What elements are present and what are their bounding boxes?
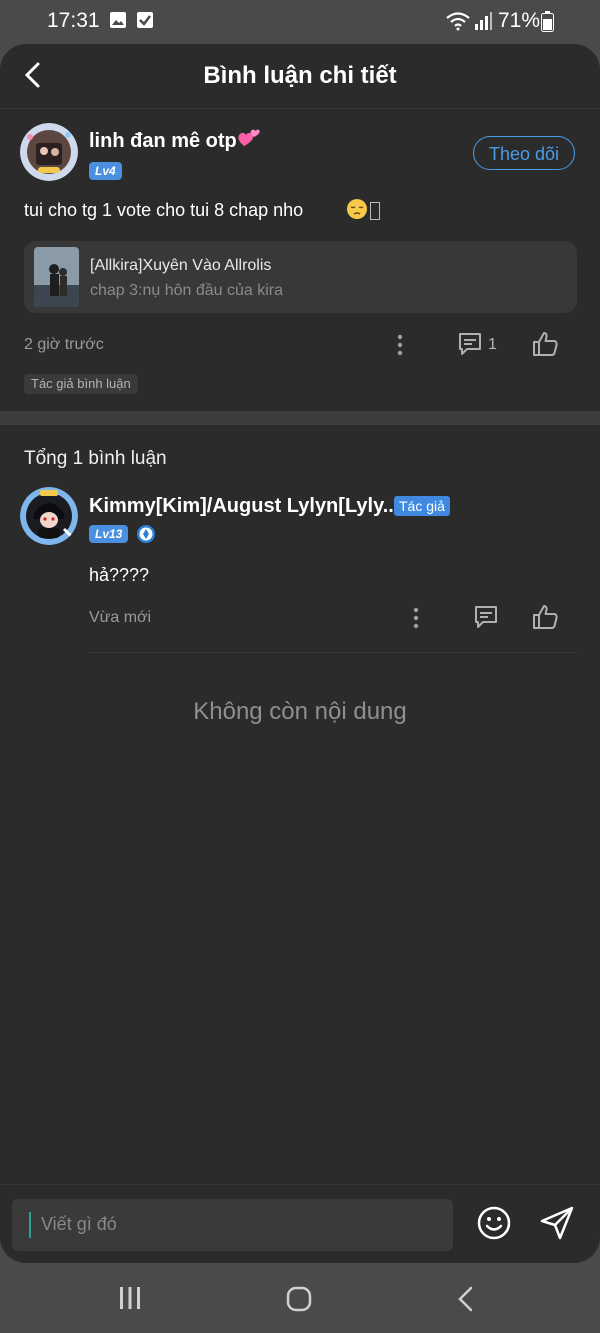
story-card[interactable]: [Allkira]Xuyên Vào Allrolis chap 3:nụ hô… — [24, 241, 577, 313]
avatar[interactable] — [20, 123, 78, 181]
missing-glyph-icon — [370, 202, 380, 220]
status-bar: 17:31 71% — [0, 0, 600, 44]
author-comment-tag: Tác giả bình luận — [24, 374, 138, 394]
like-thumb-icon[interactable] — [531, 330, 559, 358]
status-time: 17:31 — [47, 9, 100, 32]
avatar[interactable] — [20, 487, 78, 545]
follow-button[interactable]: Theo dõi — [473, 136, 575, 170]
reply-text: hả???? — [89, 565, 150, 585]
system-back-icon[interactable] — [455, 1285, 477, 1313]
text-caret — [29, 1212, 31, 1238]
author-badge: Tác giả — [394, 496, 450, 516]
signal-icon — [475, 12, 492, 30]
header: Bình luận chi tiết — [0, 44, 600, 109]
diamond-vip-icon — [137, 525, 155, 543]
total-comments-label: Tổng 1 bình luận — [24, 448, 167, 469]
more-options-icon[interactable] — [413, 607, 419, 629]
page-title: Bình luận chi tiết — [203, 62, 397, 89]
level-badge: Lv4 — [89, 162, 122, 180]
more-options-icon[interactable] — [397, 334, 403, 356]
reply-divider — [89, 652, 577, 653]
gallery-icon — [110, 12, 126, 28]
reply-time: Vừa mới — [89, 609, 152, 626]
level-badge: Lv13 — [89, 525, 129, 543]
reply-comment-icon[interactable] — [457, 331, 483, 357]
comment-input-placeholder: Viết gì đó — [41, 1214, 117, 1234]
no-more-content-label: Không còn nội dung — [193, 698, 407, 725]
comment-input[interactable]: Viết gì đó — [12, 1199, 453, 1251]
checkbox-icon — [137, 12, 153, 28]
recent-apps-icon[interactable] — [117, 1285, 143, 1311]
story-chapter: chap 3:nụ hôn đầu của kira — [90, 282, 284, 299]
home-icon[interactable] — [285, 1285, 313, 1313]
story-thumbnail — [34, 247, 79, 307]
emoji-icon[interactable] — [476, 1205, 512, 1241]
comment-composer: Viết gì đó — [0, 1184, 600, 1263]
story-title: [Allkira]Xuyên Vào Allrolis — [90, 257, 272, 274]
pensive-face-emoji-icon — [347, 199, 367, 219]
send-icon[interactable] — [538, 1204, 576, 1242]
comment-text: tui cho tg 1 vote cho tui 8 chap nho — [24, 200, 304, 220]
comment-time: 2 giờ trước — [24, 336, 104, 353]
hearts-emoji-icon — [238, 129, 260, 146]
reply-author-name[interactable]: Kimmy[Kim]/August Lylyn[Lyly... — [89, 495, 399, 518]
comment-author-name[interactable]: linh đan mê otp — [89, 130, 237, 153]
comment-detail-screen: Bình luận chi tiết linh đan mê otp Lv4 T… — [0, 44, 600, 1263]
wifi-icon — [446, 12, 470, 31]
system-nav-bar — [0, 1263, 600, 1333]
battery-percent: 71% — [498, 9, 541, 32]
battery-icon — [541, 11, 554, 32]
reply-count: 1 — [488, 336, 497, 353]
section-divider — [0, 411, 600, 425]
like-thumb-icon[interactable] — [531, 603, 559, 631]
reply-comment-icon[interactable] — [473, 604, 499, 630]
